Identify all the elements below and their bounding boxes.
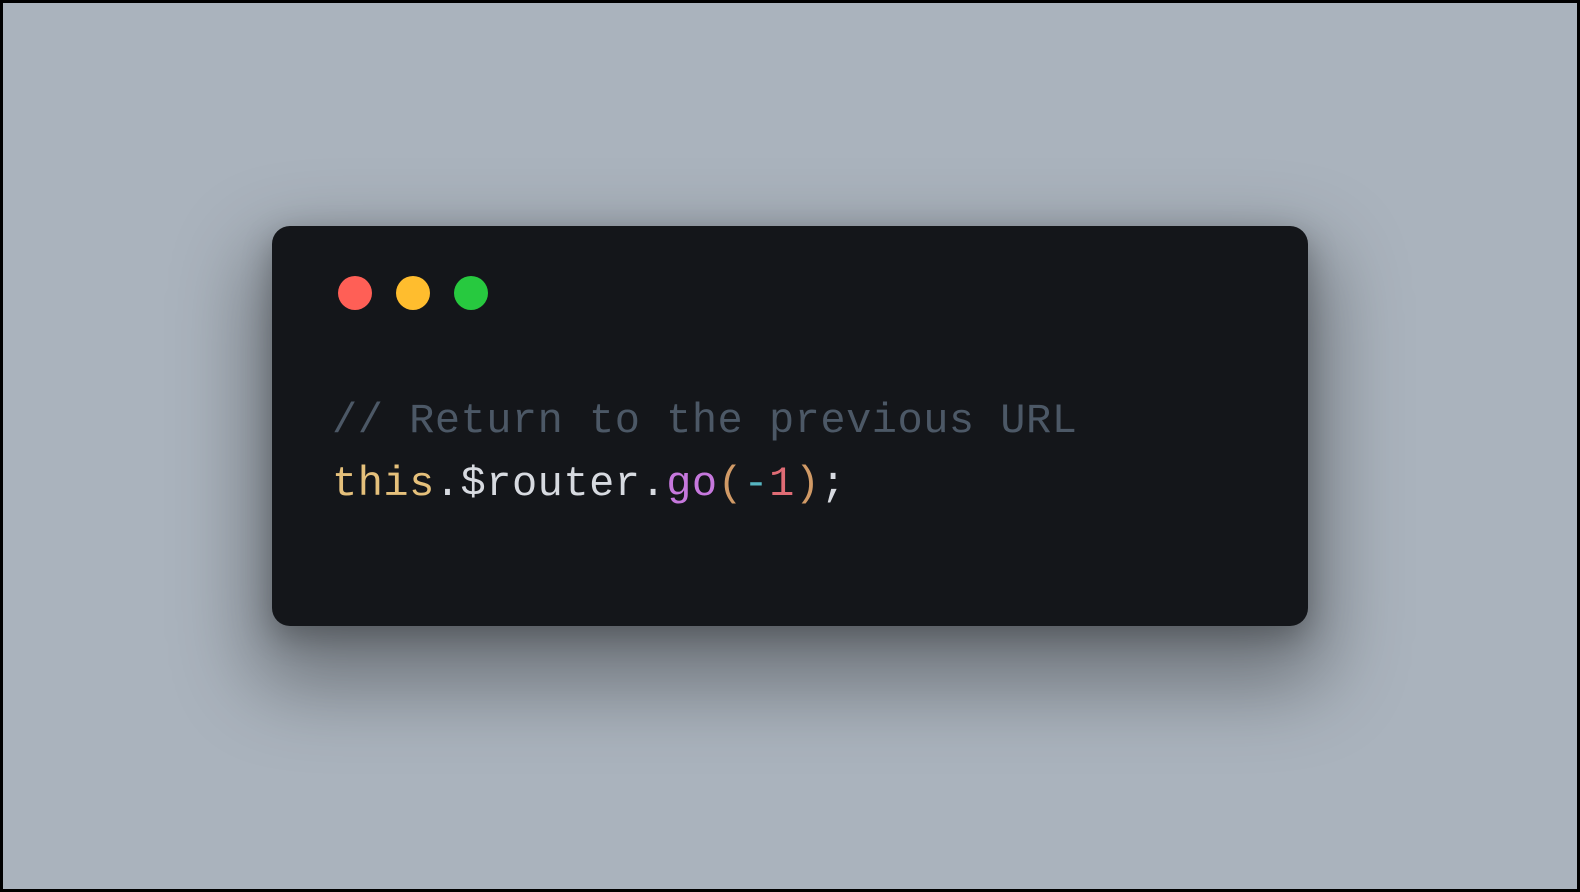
minimize-icon[interactable] <box>396 276 430 310</box>
code-window: // Return to the previous URL this.$rout… <box>272 226 1308 626</box>
code-block: // Return to the previous URL this.$rout… <box>332 390 1248 516</box>
code-dot: . <box>640 460 666 508</box>
code-comment: // Return to the previous URL <box>332 397 1077 445</box>
code-router: $router <box>461 460 641 508</box>
code-method-go: go <box>666 460 717 508</box>
code-keyword-this: this <box>332 460 435 508</box>
code-number: 1 <box>769 460 795 508</box>
close-icon[interactable] <box>338 276 372 310</box>
code-dot: . <box>435 460 461 508</box>
code-semi: ; <box>821 460 847 508</box>
maximize-icon[interactable] <box>454 276 488 310</box>
code-lparen: ( <box>718 460 744 508</box>
code-rparen: ) <box>795 460 821 508</box>
code-minus: - <box>743 460 769 508</box>
window-controls <box>338 276 1248 310</box>
